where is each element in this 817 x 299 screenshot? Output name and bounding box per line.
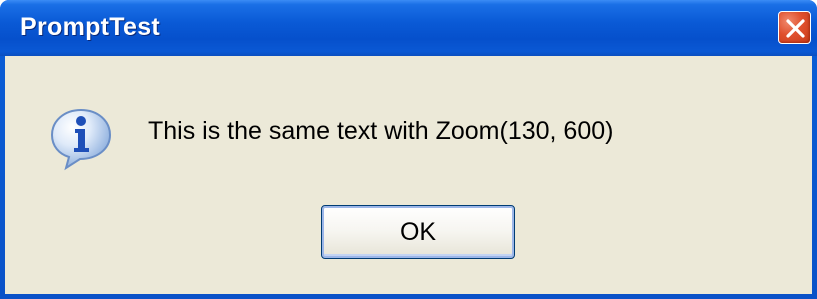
close-icon <box>786 19 805 38</box>
close-button[interactable] <box>778 11 811 44</box>
ok-button[interactable]: OK <box>321 205 515 259</box>
title-bar[interactable]: PromptTest <box>0 0 817 56</box>
information-icon <box>50 108 112 171</box>
dialog-body: This is the same text with Zoom(130, 600… <box>5 56 812 294</box>
dialog-message: This is the same text with Zoom(130, 600… <box>148 117 614 145</box>
window-title: PromptTest <box>20 13 161 41</box>
dialog-window: PromptTest This is the same text with Zo… <box>0 0 817 299</box>
